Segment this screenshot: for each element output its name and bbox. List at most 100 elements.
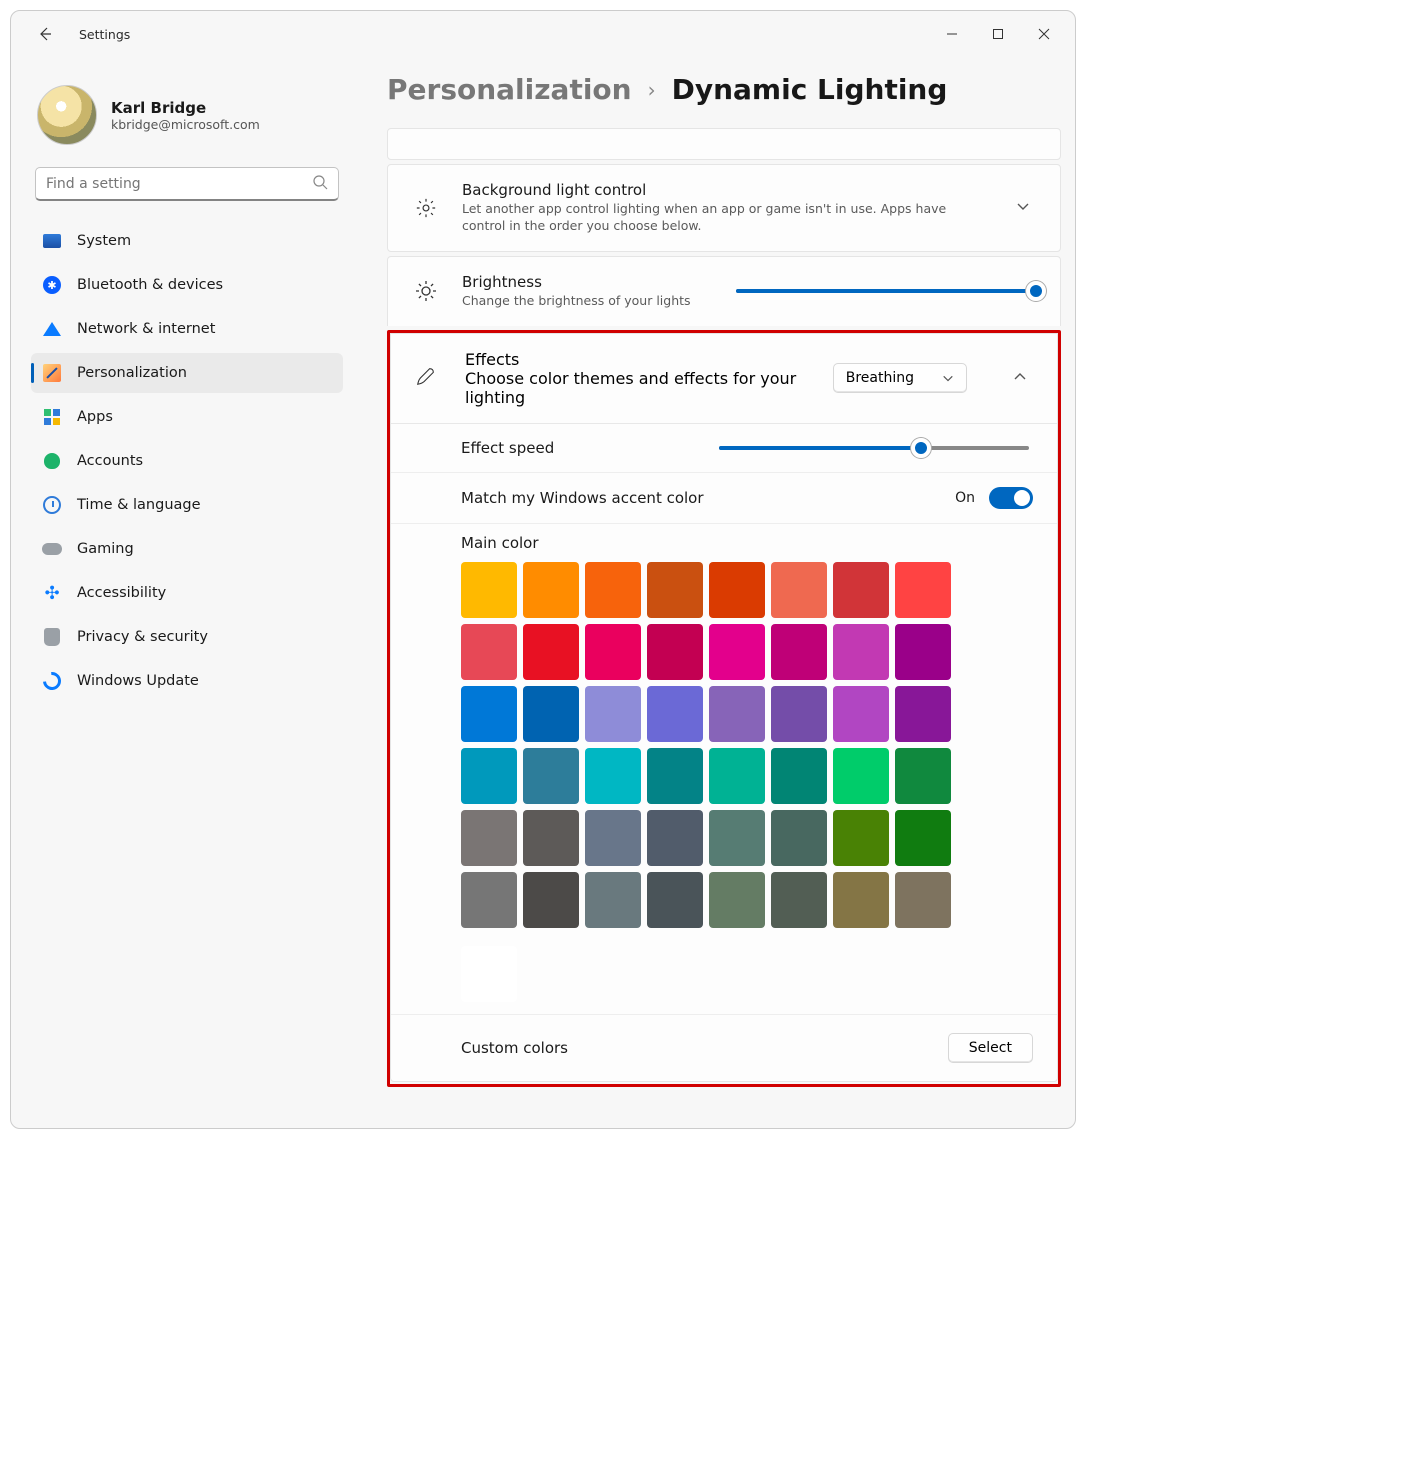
color-swatch[interactable] [647, 624, 703, 680]
color-swatch[interactable] [461, 872, 517, 928]
color-swatch[interactable] [461, 624, 517, 680]
color-swatch[interactable] [523, 562, 579, 618]
nav-item-gaming[interactable]: Gaming [31, 529, 343, 569]
nav-item-apps[interactable]: Apps [31, 397, 343, 437]
brightness-icon [412, 279, 440, 303]
color-swatch[interactable] [709, 562, 765, 618]
maximize-button[interactable] [975, 18, 1021, 50]
effect-speed-slider[interactable] [719, 438, 1029, 458]
color-swatch[interactable] [895, 810, 951, 866]
color-swatch[interactable] [523, 624, 579, 680]
bg-control-subtitle: Let another app control lighting when an… [462, 201, 988, 235]
search-input[interactable] [46, 176, 312, 192]
nav-label: Accessibility [77, 585, 166, 601]
color-swatch[interactable] [771, 748, 827, 804]
nav-item-accessibility[interactable]: ✣ Accessibility [31, 573, 343, 613]
color-swatch[interactable] [647, 810, 703, 866]
breadcrumb: Personalization › Dynamic Lighting [387, 73, 1061, 106]
search-box[interactable] [35, 167, 339, 201]
color-swatch[interactable] [709, 810, 765, 866]
color-swatch[interactable] [585, 810, 641, 866]
accent-color-row: Match my Windows accent color On [391, 473, 1057, 524]
color-swatch[interactable] [709, 686, 765, 742]
pen-icon [415, 365, 443, 391]
brightness-slider[interactable] [736, 281, 1036, 301]
color-swatch[interactable] [709, 872, 765, 928]
color-swatch[interactable] [833, 562, 889, 618]
gaming-icon [41, 538, 63, 560]
color-swatch[interactable] [895, 624, 951, 680]
color-swatch[interactable] [709, 748, 765, 804]
color-swatch-extra[interactable] [461, 946, 517, 1002]
color-swatch[interactable] [771, 810, 827, 866]
select-custom-color-button[interactable]: Select [948, 1033, 1033, 1063]
color-swatch[interactable] [461, 810, 517, 866]
color-swatch[interactable] [647, 562, 703, 618]
color-swatch[interactable] [647, 686, 703, 742]
color-swatch[interactable] [461, 748, 517, 804]
color-swatch[interactable] [523, 686, 579, 742]
color-swatch[interactable] [833, 624, 889, 680]
color-swatch[interactable] [523, 872, 579, 928]
profile-block[interactable]: Karl Bridge kbridge@microsoft.com [37, 85, 357, 145]
window-title: Settings [79, 27, 130, 42]
color-swatch[interactable] [647, 748, 703, 804]
nav-item-network[interactable]: Network & internet [31, 309, 343, 349]
close-button[interactable] [1021, 18, 1067, 50]
expand-button[interactable] [1010, 192, 1036, 223]
effect-speed-label: Effect speed [461, 439, 697, 457]
color-swatch[interactable] [771, 624, 827, 680]
color-swatch[interactable] [461, 562, 517, 618]
custom-colors-row: Custom colors Select [391, 1014, 1057, 1081]
back-button[interactable] [25, 14, 65, 54]
nav-item-privacy[interactable]: Privacy & security [31, 617, 343, 657]
color-swatch[interactable] [647, 872, 703, 928]
color-swatch[interactable] [523, 748, 579, 804]
apps-icon [41, 406, 63, 428]
color-swatch[interactable] [523, 810, 579, 866]
effect-speed-row: Effect speed [391, 424, 1057, 473]
nav-item-personalization[interactable]: Personalization [31, 353, 343, 393]
main-color-section: Main color [391, 524, 1057, 1014]
color-swatch[interactable] [895, 562, 951, 618]
brightness-subtitle: Change the brightness of your lights [462, 293, 714, 310]
nav-label: Apps [77, 409, 113, 425]
color-swatch[interactable] [585, 872, 641, 928]
color-swatch[interactable] [461, 686, 517, 742]
color-grid [461, 562, 1033, 928]
nav-item-accounts[interactable]: Accounts [31, 441, 343, 481]
nav-label: Windows Update [77, 673, 199, 689]
color-swatch[interactable] [771, 562, 827, 618]
color-swatch[interactable] [771, 872, 827, 928]
effects-dropdown[interactable]: Breathing [833, 363, 967, 393]
nav-item-update[interactable]: Windows Update [31, 661, 343, 701]
collapse-button[interactable] [1007, 363, 1033, 394]
nav-list: System ✱Bluetooth & devices Network & in… [31, 221, 343, 701]
nav-item-time[interactable]: Time & language [31, 485, 343, 525]
color-swatch[interactable] [771, 686, 827, 742]
breadcrumb-parent[interactable]: Personalization [387, 73, 632, 106]
color-swatch[interactable] [833, 810, 889, 866]
color-swatch[interactable] [709, 624, 765, 680]
nav-item-bluetooth[interactable]: ✱Bluetooth & devices [31, 265, 343, 305]
accent-toggle[interactable] [989, 487, 1033, 509]
color-swatch[interactable] [895, 748, 951, 804]
nav-item-system[interactable]: System [31, 221, 343, 261]
accessibility-icon: ✣ [41, 582, 63, 604]
color-swatch[interactable] [833, 748, 889, 804]
effects-subtitle: Choose color themes and effects for your… [465, 369, 811, 407]
color-swatch[interactable] [833, 686, 889, 742]
system-icon [41, 230, 63, 252]
color-swatch[interactable] [585, 624, 641, 680]
chevron-down-icon [942, 372, 954, 384]
color-swatch[interactable] [895, 686, 951, 742]
accent-label: Match my Windows accent color [461, 489, 933, 507]
minimize-button[interactable] [929, 18, 975, 50]
color-swatch[interactable] [585, 748, 641, 804]
nav-label: Gaming [77, 541, 134, 557]
background-light-control-row[interactable]: Background light control Let another app… [388, 165, 1060, 251]
color-swatch[interactable] [833, 872, 889, 928]
color-swatch[interactable] [585, 686, 641, 742]
color-swatch[interactable] [895, 872, 951, 928]
color-swatch[interactable] [585, 562, 641, 618]
